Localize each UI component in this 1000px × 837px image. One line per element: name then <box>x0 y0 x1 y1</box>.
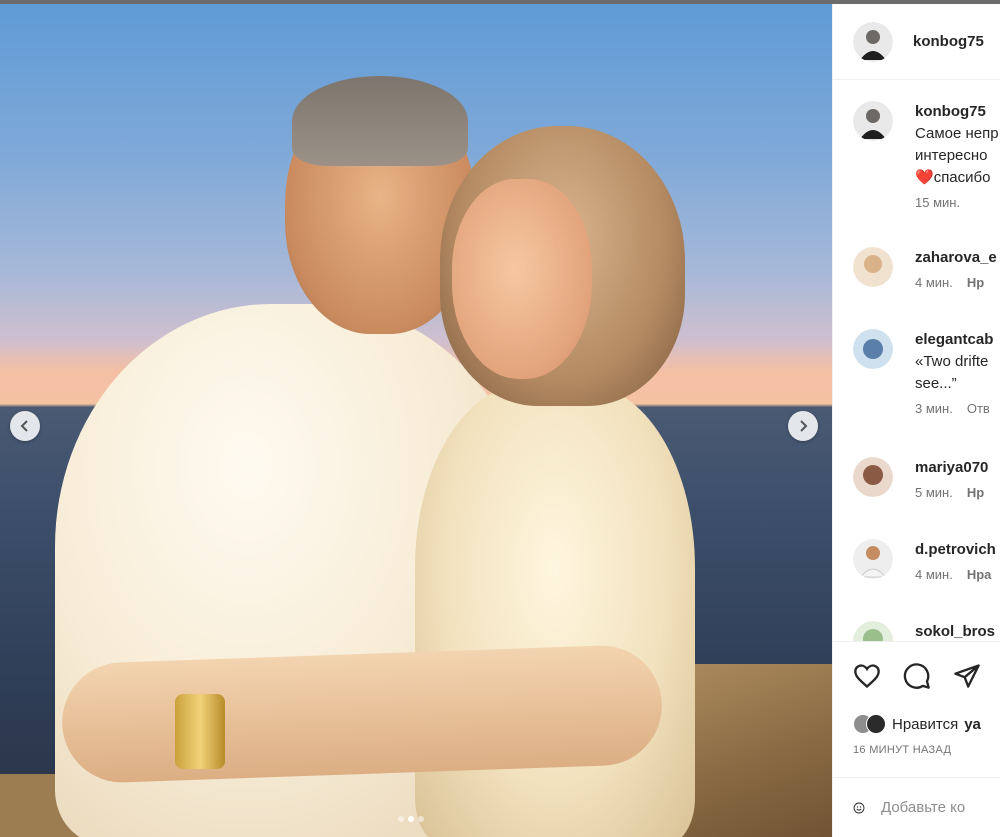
caption-username[interactable]: konbog75 <box>915 103 986 120</box>
likes-user[interactable]: ya <box>964 716 981 733</box>
add-comment-bar <box>833 777 1000 837</box>
heart-emoji: ❤️ <box>915 169 934 186</box>
comment-time[interactable]: 3 мин. <box>915 401 953 416</box>
smiley-icon[interactable] <box>853 794 865 822</box>
reply-button[interactable]: Нра <box>967 567 992 582</box>
comment-item: mariya070 5 мин. Нр <box>853 457 1000 500</box>
reply-button[interactable]: Отв <box>967 401 990 416</box>
comment-item: zaharova_e 4 мин. Нр <box>853 247 1000 290</box>
commenter-username[interactable]: d.petrovich <box>915 541 996 558</box>
caption-line: спасибо <box>933 169 991 186</box>
comment-text: see...” <box>915 375 957 392</box>
heart-icon[interactable] <box>853 662 881 690</box>
comment-text: «Two drifte <box>915 353 989 370</box>
post-header: konbog75 <box>833 4 1000 80</box>
caption-avatar[interactable] <box>853 101 893 141</box>
comment-time[interactable]: 5 мин. <box>915 485 953 500</box>
comment-item: sokol_bros <box>853 621 1000 641</box>
commenter-avatar[interactable] <box>853 329 893 369</box>
post-time-ago[interactable]: 16 МИНУТ НАЗАД <box>853 744 951 756</box>
carousel-next-button[interactable] <box>788 411 818 441</box>
commenter-username[interactable]: mariya070 <box>915 459 988 476</box>
man-hair <box>292 76 468 166</box>
chevron-right-icon <box>800 420 808 432</box>
comment-bubble-icon[interactable] <box>903 662 931 690</box>
comment-item: elegantcab «Two drifte see...” 3 мин. Отв <box>853 329 1000 416</box>
likes-prefix: Нравится <box>892 715 959 733</box>
commenter-avatar[interactable] <box>853 457 893 497</box>
author-username[interactable]: konbog75 <box>913 33 984 50</box>
caption: konbog75 Самое непр интересно ❤️спасибо … <box>853 101 1000 210</box>
comment-input[interactable] <box>881 799 1000 816</box>
post-side-panel: konbog75 konbog75 Самое непр интересно ❤… <box>832 4 1000 837</box>
carousel-indicator <box>398 816 424 822</box>
caption-time[interactable]: 15 мин. <box>915 195 960 210</box>
carousel-dot <box>418 816 424 822</box>
comments-list[interactable]: konbog75 Самое непр интересно ❤️спасибо … <box>833 81 1000 641</box>
commenter-username[interactable]: zaharova_e <box>915 249 997 266</box>
commenter-username[interactable]: sokol_bros <box>915 623 995 640</box>
carousel-prev-button[interactable] <box>10 411 40 441</box>
post-photo[interactable] <box>0 4 832 837</box>
carousel-dot <box>398 816 404 822</box>
hugging-arm <box>60 643 664 785</box>
reply-button[interactable]: Нр <box>967 275 984 290</box>
likes-summary: Нравится ya <box>853 714 981 734</box>
commenter-username[interactable]: elegantcab <box>915 331 993 348</box>
author-avatar[interactable] <box>853 21 893 62</box>
liker-avatars[interactable] <box>853 714 886 734</box>
reply-button[interactable]: Нр <box>967 485 984 500</box>
commenter-avatar[interactable] <box>853 539 893 579</box>
comment-item: d.petrovich 4 мин. Нра <box>853 539 1000 582</box>
caption-line: Самое непр <box>915 125 999 142</box>
post-actions: Нравится ya 16 МИНУТ НАЗАД <box>833 641 1000 777</box>
comment-time[interactable]: 4 мин. <box>915 275 953 290</box>
chevron-left-icon <box>20 420 28 432</box>
carousel-dot-active <box>408 816 414 822</box>
commenter-avatar[interactable] <box>853 247 893 287</box>
commenter-avatar[interactable] <box>853 621 893 641</box>
caption-line: интересно <box>915 147 988 164</box>
comment-time[interactable]: 4 мин. <box>915 567 953 582</box>
woman-face <box>452 179 592 379</box>
paper-plane-icon[interactable] <box>953 662 981 690</box>
gold-bracelet <box>175 694 225 769</box>
